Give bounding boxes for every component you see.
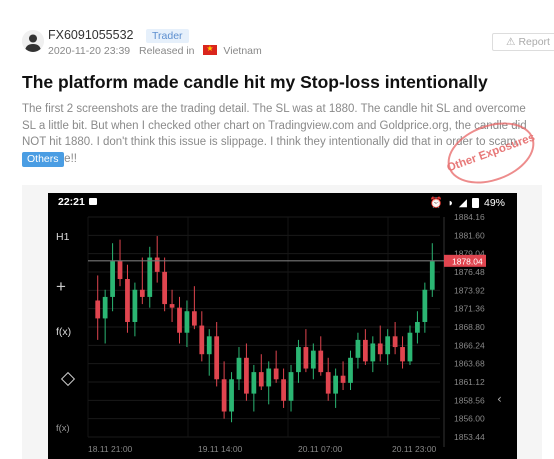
candle-body bbox=[236, 357, 242, 380]
price-tick-label: 1871.36 bbox=[454, 304, 485, 314]
country-name: Vietnam bbox=[223, 45, 262, 57]
candle-body bbox=[162, 271, 168, 305]
candle-body bbox=[325, 372, 331, 394]
candle-body bbox=[407, 332, 413, 362]
candle-body bbox=[258, 372, 264, 387]
role-badge: Trader bbox=[146, 29, 189, 43]
candle-body bbox=[281, 379, 286, 401]
candle-body bbox=[415, 321, 420, 333]
collapse-arrow-icon: ‹ bbox=[497, 392, 502, 406]
time-tick-label: 20.11 07:00 bbox=[298, 444, 343, 454]
status-icons: ⏰ ◗ ◢ 49% bbox=[429, 196, 505, 210]
candle-body bbox=[429, 261, 435, 290]
status-time: 22:21 bbox=[58, 196, 85, 208]
price-tick-label: 1853.44 bbox=[454, 432, 485, 442]
candle-body bbox=[125, 279, 130, 322]
phone-screenshot[interactable]: 1884.16 1881.60 1879.04 1876.48 1873.92 1871.… bbox=[48, 193, 517, 459]
candle-body bbox=[221, 379, 227, 412]
candle-body bbox=[266, 368, 272, 387]
indicator-button[interactable]: f(x) bbox=[56, 326, 71, 338]
candle-body bbox=[333, 375, 339, 394]
candle-body bbox=[184, 311, 190, 333]
candle-body bbox=[132, 289, 138, 322]
time-tick-label: 19.11 14:00 bbox=[198, 444, 243, 454]
candle-body bbox=[229, 379, 234, 412]
candle-body bbox=[110, 261, 115, 297]
candle-body bbox=[318, 350, 324, 373]
time-tick-label: 20.11 23:00 bbox=[392, 444, 437, 454]
candlestick-chart: 1884.161881.601879.041876.481873.921871.… bbox=[87, 212, 502, 454]
candle-body bbox=[377, 343, 383, 355]
post-meta: 2020-11-20 23:39 Released in Vietnam bbox=[48, 44, 268, 57]
candle-body bbox=[348, 357, 353, 383]
price-tick-label: 1884.16 bbox=[454, 212, 485, 222]
candle-body bbox=[340, 375, 346, 383]
post-header: FX6091055532 Trader 2020-11-20 23:39 Rel… bbox=[22, 28, 554, 60]
timeframe-button[interactable]: H1 bbox=[56, 231, 69, 243]
vietnam-flag-icon bbox=[203, 44, 218, 55]
candle-body bbox=[199, 325, 205, 355]
candle-body bbox=[422, 289, 428, 322]
candle-body bbox=[95, 300, 101, 319]
candle-body bbox=[206, 336, 212, 355]
price-tick-label: 1856.00 bbox=[454, 414, 485, 424]
drawing-tool-icon[interactable] bbox=[60, 371, 76, 387]
category-tag[interactable]: Others bbox=[22, 152, 64, 167]
avatar[interactable] bbox=[22, 30, 44, 52]
current-price-label: 1878.04 bbox=[452, 256, 483, 266]
candle-body bbox=[244, 357, 249, 394]
battery-level: 49% bbox=[483, 196, 505, 209]
chart-toolbar: H1 + f(x) f(x) bbox=[48, 211, 86, 459]
price-tick-label: 1876.48 bbox=[454, 267, 485, 277]
candle-body bbox=[139, 289, 145, 297]
price-tick-label: 1863.68 bbox=[454, 359, 485, 369]
post-title: The platform made candle hit my Stop-los… bbox=[22, 72, 488, 92]
crosshair-icon[interactable]: + bbox=[56, 277, 66, 297]
candle-body bbox=[102, 296, 108, 319]
alarm-icon: ⏰ bbox=[429, 197, 443, 209]
candle-body bbox=[400, 347, 405, 362]
status-bar: 22:21 ⏰ ◗ ◢ 49% bbox=[48, 193, 517, 211]
candle-body bbox=[154, 257, 160, 272]
price-tick-label: 1861.12 bbox=[454, 377, 485, 387]
price-tick-label: 1881.60 bbox=[454, 230, 485, 240]
candle-body bbox=[177, 307, 182, 333]
candle-body bbox=[288, 372, 294, 401]
warning-icon: ⚠ bbox=[506, 36, 516, 48]
candle-body bbox=[303, 347, 309, 369]
price-tick-label: 1858.56 bbox=[454, 395, 485, 405]
candle-body bbox=[117, 261, 123, 280]
username[interactable]: FX6091055532 bbox=[48, 28, 134, 42]
candle-body bbox=[251, 372, 257, 394]
indicator-list-button[interactable]: f(x) bbox=[56, 423, 70, 434]
report-label: Report bbox=[518, 36, 550, 48]
time-tick-label: 18.11 21:00 bbox=[88, 444, 133, 454]
released-label: Released in bbox=[139, 45, 195, 57]
candle-body bbox=[273, 368, 279, 380]
post-date: 2020-11-20 23:39 bbox=[48, 45, 131, 57]
price-tick-label: 1866.24 bbox=[454, 340, 485, 350]
wifi-icon: ◗ bbox=[447, 196, 454, 209]
candle-body bbox=[370, 343, 376, 362]
gallery-icon bbox=[89, 198, 97, 205]
candle-body bbox=[214, 336, 220, 380]
candle-body bbox=[191, 311, 197, 326]
candle-body bbox=[355, 339, 361, 358]
candle-body bbox=[362, 339, 368, 362]
candle-body bbox=[385, 336, 391, 355]
user-icon bbox=[22, 30, 44, 52]
candle-body bbox=[392, 336, 398, 348]
price-tick-label: 1868.80 bbox=[454, 322, 485, 332]
report-button[interactable]: ⚠ Report bbox=[492, 33, 554, 51]
signal-icon: ◢ bbox=[458, 196, 467, 209]
battery-icon bbox=[471, 197, 479, 208]
candle-body bbox=[296, 347, 301, 373]
candle-body bbox=[147, 257, 153, 297]
price-tick-label: 1873.92 bbox=[454, 285, 485, 295]
candle-body bbox=[310, 350, 316, 369]
candle-body bbox=[169, 304, 175, 308]
